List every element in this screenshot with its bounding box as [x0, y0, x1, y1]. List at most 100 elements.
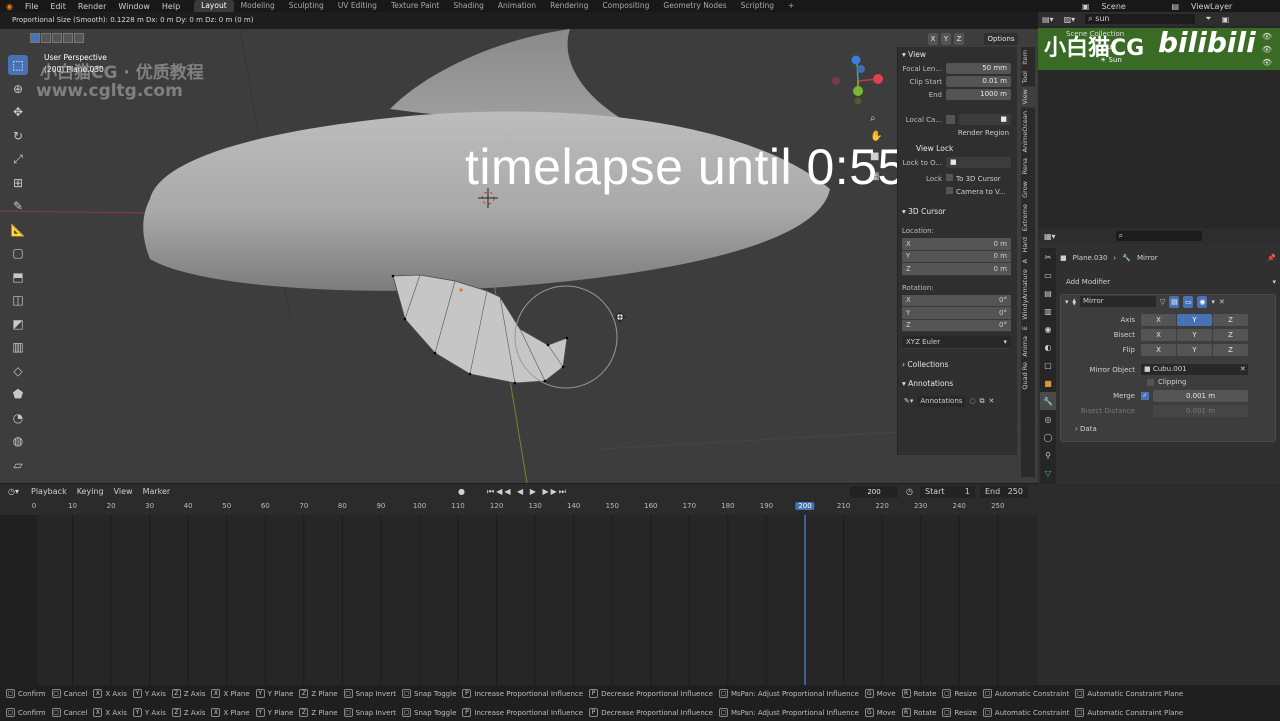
menu-keying[interactable]: Keying — [77, 487, 104, 496]
collection-properties-icon[interactable]: ▢ — [1040, 356, 1056, 374]
render-toggle-icon[interactable]: ◉ — [1197, 295, 1208, 308]
move-tool-icon[interactable]: ✥ — [8, 102, 28, 122]
data-properties-icon[interactable]: ▽ — [1040, 464, 1056, 482]
bisect-z-toggle[interactable]: Z — [1213, 329, 1248, 341]
timeline-editor-icon[interactable]: ◷▾ — [8, 487, 19, 496]
bisect-y-toggle[interactable]: Y — [1177, 329, 1212, 341]
clear-mirror-object-icon[interactable]: ✕ — [1240, 364, 1248, 375]
spin-tool-icon[interactable]: ◔ — [8, 408, 28, 428]
world-properties-icon[interactable]: ◐ — [1040, 338, 1056, 356]
annotations-layer-name[interactable]: Annotations — [917, 395, 966, 407]
workspace-tab-texture-paint[interactable]: Texture Paint — [384, 0, 446, 12]
outliner-filter-icon[interactable]: ▨▾ — [1064, 15, 1076, 24]
timeline-tracks[interactable] — [0, 515, 1038, 685]
view-section-header[interactable]: ▾ View — [898, 47, 1017, 62]
menu-render[interactable]: Render — [72, 2, 112, 11]
axis-z-toggle[interactable]: Z — [1213, 314, 1248, 326]
add-modifier-button[interactable]: Add Modifier ▾ — [1060, 276, 1276, 288]
menu-file[interactable]: File — [19, 2, 44, 11]
view-layer-properties-icon[interactable]: ▥ — [1040, 302, 1056, 320]
cursor-rotation-x[interactable]: X 0° — [902, 294, 1011, 307]
mirror-axis-x[interactable]: X — [928, 33, 938, 45]
menu-help[interactable]: Help — [156, 2, 186, 11]
shear-tool-icon[interactable]: ▱ — [8, 455, 28, 475]
flip-z-toggle[interactable]: Z — [1213, 344, 1248, 356]
tab-rena[interactable]: Rena — [1021, 155, 1035, 177]
annotations-section-header[interactable]: ▾ Annotations — [898, 376, 1017, 391]
merge-distance-field[interactable]: 0.001 m — [1153, 390, 1248, 402]
view-layer-name[interactable]: ViewLayer — [1185, 2, 1280, 11]
annotate-tool-icon[interactable]: ✎ — [8, 196, 28, 216]
cursor-location-z[interactable]: Z0 m — [902, 263, 1011, 276]
scene-properties-icon[interactable]: ◉ — [1040, 320, 1056, 338]
mirror-axis-y[interactable]: Y — [941, 33, 951, 45]
options-dropdown[interactable]: Options — [984, 33, 1018, 45]
output-properties-icon[interactable]: ▤ — [1040, 284, 1056, 302]
axis-y-toggle[interactable]: Y — [1177, 314, 1212, 326]
rotate-tool-icon[interactable]: ↻ — [8, 126, 28, 146]
lock-to-object-field[interactable]: ■ — [946, 157, 1011, 168]
flip-x-toggle[interactable]: X — [1141, 344, 1176, 356]
workspace-tab-animation[interactable]: Animation — [491, 0, 543, 12]
flip-y-toggle[interactable]: Y — [1177, 344, 1212, 356]
annotations-layer-row[interactable]: ✎▾ Annotations ◌ ⧉ ✕ — [898, 395, 1017, 408]
render-region-checkbox[interactable]: Render Region — [958, 129, 1009, 137]
mirror-object-field[interactable]: ■ Cubu.001 ✕ — [1141, 364, 1248, 375]
menu-edit[interactable]: Edit — [44, 2, 72, 11]
extrude-tool-icon[interactable]: ⬒ — [8, 267, 28, 287]
render-properties-icon[interactable]: ▭ — [1040, 266, 1056, 284]
menu-marker[interactable]: Marker — [143, 487, 171, 496]
measure-tool-icon[interactable]: 📐 — [8, 220, 28, 240]
local-camera-field[interactable]: ■ — [959, 114, 1011, 125]
transform-tool-icon[interactable]: ⊞ — [8, 173, 28, 193]
edit-cage-icon[interactable]: ▽ — [1160, 298, 1165, 306]
modifier-properties-icon[interactable]: 🔧 — [1040, 392, 1056, 410]
end-frame-field[interactable]: End 250 — [980, 486, 1028, 498]
modifier-name-field[interactable]: Mirror — [1079, 296, 1156, 307]
select-extend-icon[interactable] — [41, 33, 51, 43]
clip-start-field[interactable]: 0.01 m — [946, 76, 1011, 87]
record-icon[interactable]: ● — [458, 487, 465, 496]
duplicate-icon[interactable]: ⧉ — [980, 397, 985, 406]
select-subtract-icon[interactable] — [52, 33, 62, 43]
collapse-chevron-icon[interactable]: ▾ — [1065, 298, 1069, 306]
tab-hard[interactable]: Hard — [1021, 234, 1035, 256]
tab-item[interactable]: Item — [1021, 47, 1035, 68]
focal-length-field[interactable]: 50 mm — [946, 63, 1011, 74]
tab-view[interactable]: View — [1021, 86, 1035, 108]
tab-quad-re[interactable]: Quad Re — [1021, 359, 1035, 393]
cursor-tool-icon[interactable]: ⊕ — [8, 79, 28, 99]
workspace-tab-modeling[interactable]: Modeling — [234, 0, 282, 12]
bisect-distance-field[interactable]: 0.001 m — [1153, 405, 1248, 417]
menu-window[interactable]: Window — [112, 2, 156, 11]
modifier-menu-icon[interactable]: ▾ — [1211, 298, 1215, 306]
remove-modifier-icon[interactable]: ✕ — [1219, 298, 1225, 306]
playback-controls[interactable]: ⏮◀◀ ◀ ▶ ▶▶⏭ — [487, 487, 568, 497]
knife-tool-icon[interactable]: ◇ — [8, 361, 28, 381]
object-properties-icon[interactable]: ■ — [1040, 374, 1056, 392]
inset-tool-icon[interactable]: ◫ — [8, 290, 28, 310]
editmode-toggle-icon[interactable]: ▤ — [1169, 295, 1180, 308]
3d-cursor-section-header[interactable]: ▾ 3D Cursor — [898, 204, 1017, 219]
cursor-rotation-z[interactable]: Z 0° — [902, 319, 1011, 332]
tab-anima[interactable]: Anima — [1021, 333, 1035, 360]
tool-properties-icon[interactable]: ✂ — [1040, 248, 1056, 266]
rotation-mode-dropdown[interactable]: XYZ Euler ▾ — [902, 336, 1011, 349]
physics-properties-icon[interactable]: ◯ — [1040, 428, 1056, 446]
constraints-properties-icon[interactable]: ⚲ — [1040, 446, 1056, 464]
clipping-checkbox[interactable] — [1147, 378, 1154, 386]
workspace-tab-layout[interactable]: Layout — [194, 0, 234, 12]
select-mode-toggles[interactable] — [30, 33, 84, 43]
cursor-location-y[interactable]: Y0 m — [902, 250, 1011, 263]
select-new-icon[interactable] — [30, 33, 40, 43]
add-workspace-button[interactable]: + — [781, 0, 801, 12]
local-camera-checkbox[interactable] — [946, 115, 955, 124]
close-icon[interactable]: ✕ — [989, 397, 995, 405]
smooth-tool-icon[interactable]: ◍ — [8, 431, 28, 451]
tab-a[interactable]: A — [1021, 256, 1035, 266]
workspace-tab-shading[interactable]: Shading — [446, 0, 490, 12]
tab-windyarmature[interactable]: WindyArmature — [1021, 266, 1035, 323]
cursor-rotation-y[interactable]: Y 0° — [902, 307, 1011, 320]
collections-section-header[interactable]: › Collections — [898, 357, 1017, 372]
merge-checkbox[interactable]: ✓ — [1141, 392, 1149, 400]
